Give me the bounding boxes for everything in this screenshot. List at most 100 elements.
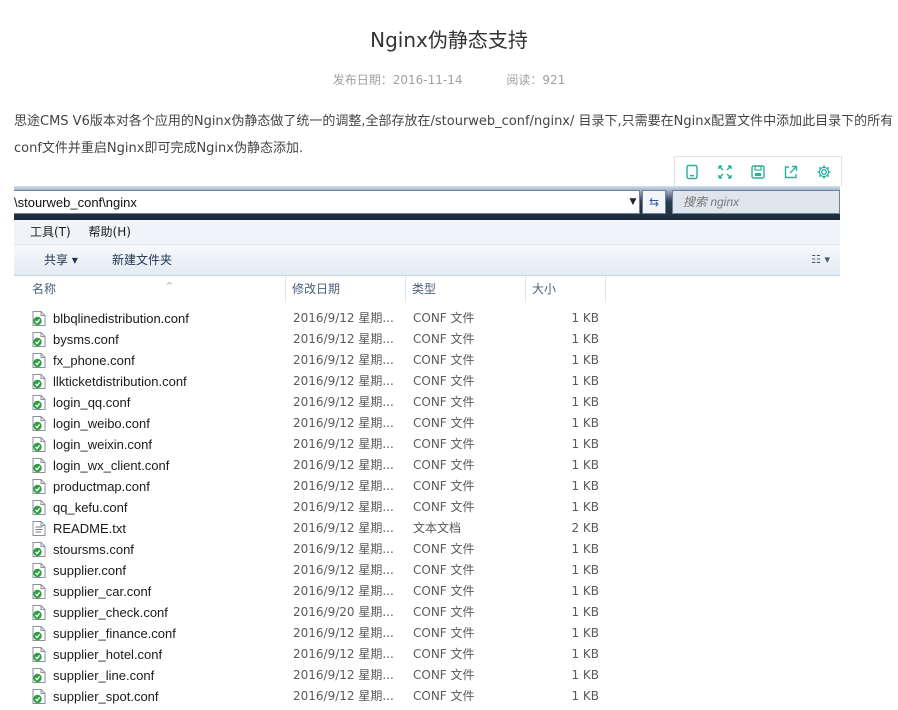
file-row[interactable]: fx_phone.conf 2016/9/12 星期... CONF 文件 1 KB [14, 350, 840, 371]
address-bar: \stourweb_conf\nginx ▼ ⇆ 搜索 nginx [14, 186, 840, 220]
column-name[interactable]: 名称 ^ [26, 276, 286, 302]
read-count: 阅读：921 [506, 73, 566, 87]
file-date: 2016/9/12 星期... [293, 542, 394, 556]
file-size: 2 KB [571, 521, 599, 535]
text-file-icon [32, 521, 46, 536]
file-type: 文本文档 [413, 521, 462, 535]
config-file-icon [32, 563, 46, 578]
config-file-icon [32, 416, 46, 431]
file-row[interactable]: login_qq.conf 2016/9/12 星期... CONF 文件 1 KB [14, 392, 840, 413]
config-file-icon [32, 311, 46, 326]
share-icon[interactable] [774, 157, 807, 187]
file-type: CONF 文件 [413, 353, 475, 367]
file-row[interactable]: supplier.conf 2016/9/12 星期... CONF 文件 1 KB [14, 560, 840, 581]
file-size: 1 KB [571, 668, 599, 682]
file-type: CONF 文件 [413, 395, 475, 409]
file-row[interactable]: login_weixin.conf 2016/9/12 星期... CONF 文件 1… [14, 434, 840, 455]
file-date: 2016/9/12 星期... [293, 647, 394, 661]
page-title: Nginx伪静态支持 [370, 28, 528, 52]
file-row[interactable]: blbqlinedistribution.conf 2016/9/12 星期...… [14, 308, 840, 329]
file-row[interactable]: productmap.conf 2016/9/12 星期... CONF 文件 1 K… [14, 476, 840, 497]
config-file-icon [32, 605, 46, 620]
file-size: 1 KB [571, 542, 599, 556]
file-date: 2016/9/12 星期... [293, 458, 394, 472]
expand-icon[interactable] [708, 157, 741, 187]
config-file-icon [32, 500, 46, 515]
column-type[interactable]: 类型 [406, 276, 526, 302]
file-type: CONF 文件 [413, 542, 475, 556]
file-date: 2016/9/12 星期... [293, 311, 394, 325]
file-date: 2016/9/12 星期... [293, 521, 394, 535]
command-bar: 共享 ▾ 新建文件夹 ☷ ▾ [14, 245, 840, 276]
menu-help[interactable]: 帮助(H) [89, 225, 131, 239]
file-row[interactable]: stoursms.conf 2016/9/12 星期... CONF 文件 1 KB [14, 539, 840, 560]
bookmark-icon[interactable] [675, 157, 708, 187]
file-type: CONF 文件 [413, 479, 475, 493]
file-name: bysms.conf [53, 332, 119, 347]
file-name: blbqlinedistribution.conf [53, 311, 189, 326]
sort-ascending-icon: ^ [166, 281, 173, 290]
file-date: 2016/9/12 星期... [293, 626, 394, 640]
settings-icon[interactable] [807, 157, 840, 187]
file-row[interactable]: bysms.conf 2016/9/12 星期... CONF 文件 1 KB [14, 329, 840, 350]
file-date: 2016/9/12 星期... [293, 584, 394, 598]
new-folder-button[interactable]: 新建文件夹 [112, 245, 172, 275]
config-file-icon [32, 626, 46, 641]
file-name: supplier_finance.conf [53, 626, 176, 641]
file-type: CONF 文件 [413, 605, 475, 619]
file-row[interactable]: supplier_finance.conf 2016/9/12 星期... CONF… [14, 623, 840, 644]
file-size: 1 KB [571, 500, 599, 514]
file-row[interactable]: login_weibo.conf 2016/9/12 星期... CONF 文件 1 … [14, 413, 840, 434]
file-row[interactable]: qq_kefu.conf 2016/9/12 星期... CONF 文件 1 KB [14, 497, 840, 518]
file-name: supplier_spot.conf [53, 689, 159, 704]
file-row[interactable]: supplier_hotel.conf 2016/9/12 星期... CONF 文… [14, 644, 840, 665]
file-type: CONF 文件 [413, 416, 475, 430]
file-name: supplier_line.conf [53, 668, 155, 683]
file-row[interactable]: supplier_spot.conf 2016/9/12 星期... CONF 文件… [14, 686, 840, 707]
file-type: CONF 文件 [413, 584, 475, 598]
address-field[interactable]: \stourweb_conf\nginx [14, 190, 640, 214]
refresh-icon[interactable]: ⇆ [642, 190, 666, 214]
file-name: llkticketdistribution.conf [53, 374, 187, 389]
file-date: 2016/9/12 星期... [293, 437, 394, 451]
view-options-icon[interactable]: ☷ ▾ [811, 245, 830, 275]
file-type: CONF 文件 [413, 458, 475, 472]
file-row[interactable]: login_wx_client.conf 2016/9/12 星期... CONF … [14, 455, 840, 476]
share-button[interactable]: 共享 ▾ [44, 245, 78, 275]
address-dropdown-icon[interactable]: ▼ [626, 190, 640, 214]
file-row[interactable]: README.txt 2016/9/12 星期... 文本文档 2 KB [14, 518, 840, 539]
publish-date: 发布日期：2016-11-14 [332, 73, 463, 87]
file-name: login_qq.conf [53, 395, 131, 410]
file-date: 2016/9/12 星期... [293, 479, 394, 493]
file-type: CONF 文件 [413, 563, 475, 577]
image-toolbar [674, 156, 842, 187]
file-size: 1 KB [571, 416, 599, 430]
file-row[interactable]: supplier_line.conf 2016/9/12 星期... CONF 文件… [14, 665, 840, 686]
save-icon[interactable] [741, 157, 774, 187]
file-size: 1 KB [571, 626, 599, 640]
file-date: 2016/9/12 星期... [293, 332, 394, 346]
column-size[interactable]: 大小 [526, 276, 606, 302]
file-type: CONF 文件 [413, 374, 475, 388]
article-intro: 思途CMS V6版本对各个应用的Nginx伪静态做了统一的调整,全部存放在/st… [14, 114, 894, 156]
column-date[interactable]: 修改日期 [286, 276, 406, 302]
file-row[interactable]: llkticketdistribution.conf 2016/9/12 星期..… [14, 371, 840, 392]
config-file-icon [32, 332, 46, 347]
file-date: 2016/9/12 星期... [293, 416, 394, 430]
file-type: CONF 文件 [413, 689, 475, 703]
file-name: login_wx_client.conf [53, 458, 170, 473]
file-size: 1 KB [571, 437, 599, 451]
file-type: CONF 文件 [413, 668, 475, 682]
file-size: 1 KB [571, 332, 599, 346]
config-file-icon [32, 542, 46, 557]
file-row[interactable]: supplier_car.conf 2016/9/12 星期... CONF 文件 1… [14, 581, 840, 602]
file-date: 2016/9/12 星期... [293, 353, 394, 367]
file-name: supplier_car.conf [53, 584, 152, 599]
file-row[interactable]: supplier_check.conf 2016/9/20 星期... CONF 文… [14, 602, 840, 623]
menu-tools[interactable]: 工具(T) [30, 225, 71, 239]
file-name: productmap.conf [53, 479, 150, 494]
search-input[interactable]: 搜索 nginx [672, 190, 840, 214]
file-date: 2016/9/12 星期... [293, 668, 394, 682]
menu-bar: 工具(T) 帮助(H) [14, 220, 840, 245]
file-date: 2016/9/12 星期... [293, 563, 394, 577]
